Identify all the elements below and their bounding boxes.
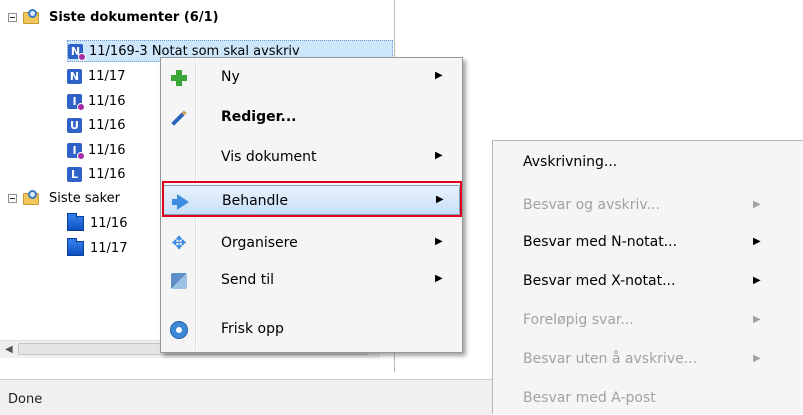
document-n-icon: N <box>68 43 86 61</box>
submenu-arrow-icon: ▶ <box>753 353 761 364</box>
send-to-icon <box>169 271 189 291</box>
tree-doc-label: 11/16 <box>88 166 126 182</box>
submenu-arrow-icon: ▶ <box>435 150 443 161</box>
menu-item-frisk-opp[interactable]: Frisk opp <box>163 314 460 344</box>
submenu-item-label: Foreløpig svar... <box>523 312 634 328</box>
menu-item-ny[interactable]: Ny ▶ <box>163 62 460 92</box>
menu-item-rediger[interactable]: Rediger... <box>163 102 460 132</box>
context-menu: Ny ▶ Rediger... Vis dokument ▶ Behandle … <box>160 57 463 353</box>
submenu-arrow-icon: ▶ <box>435 70 443 81</box>
document-i-icon: I <box>67 93 85 111</box>
menu-item-vis-dokument[interactable]: Vis dokument ▶ <box>163 142 460 172</box>
plus-icon <box>169 68 189 88</box>
submenu-item-forelopig-svar[interactable]: Foreløpig svar... ▶ <box>493 305 803 335</box>
document-n-icon: N <box>67 68 82 84</box>
document-u-icon: U <box>67 117 82 133</box>
menu-item-send-til[interactable]: Send til ▶ <box>163 265 460 295</box>
submenu-arrow-icon: ▶ <box>753 236 761 247</box>
collapse-icon[interactable] <box>8 193 17 203</box>
submenu-item-avskrivning[interactable]: Avskrivning... <box>493 147 803 177</box>
tree-case-label: 11/16 <box>90 215 128 231</box>
submenu-item-besvar-og-avskriv[interactable]: Besvar og avskriv... ▶ <box>493 190 803 220</box>
tree-doc-label: 11/16 <box>88 93 126 109</box>
tree-case-label: 11/17 <box>90 240 128 256</box>
pencil-icon <box>165 104 193 132</box>
status-text: Done <box>8 392 43 407</box>
submenu-item-label: Besvar og avskriv... <box>523 197 660 213</box>
menu-item-label: Rediger... <box>221 109 297 125</box>
tree-doc-row[interactable]: U 11/16 <box>67 114 125 136</box>
behandle-submenu: Avskrivning... Besvar og avskriv... ▶ Be… <box>492 140 803 414</box>
menu-item-label: Send til <box>221 272 274 288</box>
submenu-item-besvar-n-notat[interactable]: Besvar med N-notat... ▶ <box>493 227 803 257</box>
tree-group-label: Siste dokumenter (6/1) <box>49 9 219 25</box>
tree-doc-row[interactable]: L 11/16 <box>67 163 125 185</box>
tree-case-row[interactable]: 11/17 <box>67 237 127 259</box>
menu-item-label: Ny <box>221 69 240 85</box>
tree-doc-row[interactable]: I 11/16 <box>67 139 125 161</box>
submenu-arrow-icon: ▶ <box>753 199 761 210</box>
scroll-left-icon[interactable]: ◀ <box>5 344 13 355</box>
submenu-item-label: Besvar med X-notat... <box>523 273 676 289</box>
submenu-item-besvar-a-post[interactable]: Besvar med A-post <box>493 383 803 413</box>
case-folder-icon <box>67 212 84 231</box>
refresh-icon <box>169 320 189 340</box>
submenu-arrow-icon: ▶ <box>436 194 444 205</box>
search-folder-icon <box>23 190 41 206</box>
forward-arrow-icon <box>170 192 190 212</box>
submenu-item-label: Avskrivning... <box>523 154 618 170</box>
tree-doc-label: 11/16 <box>88 142 126 158</box>
tree-group-label: Siste saker <box>49 190 121 206</box>
menu-item-label: Behandle <box>222 193 288 209</box>
tree-doc-label: 11/16 <box>88 117 126 133</box>
submenu-item-besvar-uten-avskrive[interactable]: Besvar uten å avskrive... ▶ <box>493 344 803 374</box>
menu-item-label: Organisere <box>221 235 298 251</box>
tree-case-row[interactable]: 11/16 <box>67 212 127 234</box>
submenu-arrow-icon: ▶ <box>753 314 761 325</box>
submenu-arrow-icon: ▶ <box>753 275 761 286</box>
case-folder-icon <box>67 237 84 256</box>
menu-item-behandle[interactable]: Behandle ▶ <box>163 185 460 215</box>
collapse-icon[interactable] <box>8 12 17 22</box>
submenu-item-label: Besvar med N-notat... <box>523 234 678 250</box>
document-l-icon: L <box>67 166 82 182</box>
menu-item-organisere[interactable]: ✥ Organisere ▶ <box>163 228 460 258</box>
menu-item-label: Frisk opp <box>221 321 284 337</box>
search-folder-icon <box>23 9 41 25</box>
submenu-arrow-icon: ▶ <box>435 273 443 284</box>
tree-doc-label: 11/17 <box>88 68 126 84</box>
menu-item-label: Vis dokument <box>221 149 317 165</box>
submenu-item-label: Besvar med A-post <box>523 390 656 406</box>
submenu-arrow-icon: ▶ <box>435 236 443 247</box>
document-i-icon: I <box>67 142 85 160</box>
submenu-item-besvar-x-notat[interactable]: Besvar med X-notat... ▶ <box>493 266 803 296</box>
submenu-item-label: Besvar uten å avskrive... <box>523 351 698 367</box>
tree-doc-row[interactable]: N 11/17 <box>67 65 125 87</box>
move-icon: ✥ <box>171 233 187 254</box>
tree-group-recent-cases[interactable]: Siste saker <box>8 187 120 209</box>
tree-doc-row[interactable]: I 11/16 <box>67 90 125 112</box>
status-bar: Done <box>0 379 492 415</box>
tree-group-recent-documents[interactable]: Siste dokumenter (6/1) <box>8 6 219 28</box>
